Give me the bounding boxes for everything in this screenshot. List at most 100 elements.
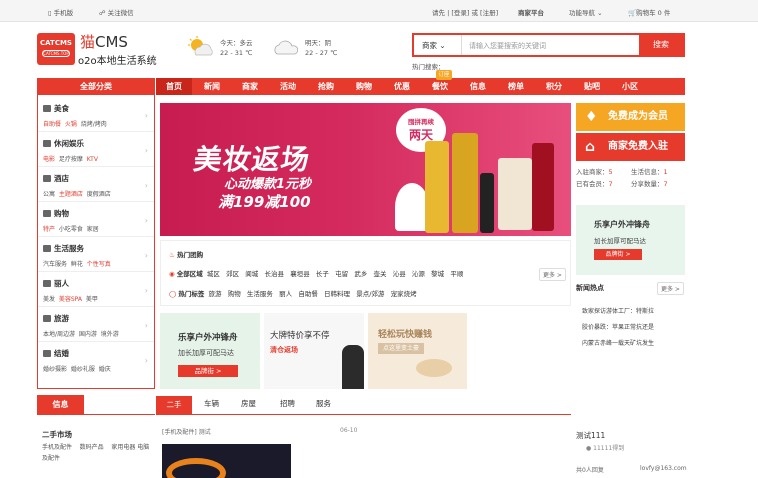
info-link[interactable]: 家用电器 xyxy=(111,444,135,451)
tag-link[interactable]: 购物 xyxy=(228,290,241,298)
info-link[interactable]: 数码产品 xyxy=(80,444,104,451)
beauty-icon xyxy=(43,280,51,287)
area-link[interactable]: 郊区 xyxy=(226,270,239,278)
tab-housing[interactable]: 房屋 xyxy=(241,398,256,409)
banner-subtitle: 心动爆款1元秒 xyxy=(224,177,312,192)
nav-news[interactable]: 新闻 xyxy=(194,78,230,95)
brand-street-button[interactable]: 品牌街 > xyxy=(594,249,642,260)
nav-events[interactable]: 活动 xyxy=(270,78,306,95)
area-link[interactable]: 襄垣县 xyxy=(290,270,310,278)
today-weather: 今天：多云 22 - 31 ℃ xyxy=(220,39,253,57)
tag-link[interactable]: 日韩料理 xyxy=(324,290,350,298)
area-link[interactable]: 平顺 xyxy=(450,270,463,278)
category-shopping[interactable]: 购物 特产 小吃零食 家居 › xyxy=(38,202,154,237)
search-button[interactable]: 搜索 xyxy=(639,35,683,55)
area-link[interactable]: 武乡 xyxy=(354,270,367,278)
lotion-bottle-image xyxy=(532,143,554,231)
area-more-button[interactable]: 更多 > xyxy=(539,268,566,281)
area-link[interactable]: 阆城 xyxy=(245,270,258,278)
tag-link[interactable]: 自助餐 xyxy=(298,290,318,298)
brand-street-button[interactable]: 品牌街 > xyxy=(178,365,238,377)
nav-forum[interactable]: 贴吧 xyxy=(574,78,610,95)
become-member-button[interactable]: ♦ 免费成为会员 xyxy=(576,103,685,131)
tab-jobs[interactable]: 招聘 xyxy=(280,398,295,409)
top-bar: ▯ 手机版 ☍ 关注微信 请先 | [登录] 或 [注册] 商家平台 功能导航 … xyxy=(0,0,758,22)
news-item[interactable]: 胶价暴跌：苹果正常抗还是 xyxy=(582,322,654,331)
cloud-icon xyxy=(272,38,300,58)
divider xyxy=(156,414,571,415)
info-link[interactable]: 手机及配件 xyxy=(42,444,72,451)
house-icon: ⌂ xyxy=(585,139,596,155)
news-item[interactable]: 致家探访游体工厂：特斯拉 xyxy=(582,306,654,315)
nav-shopping[interactable]: 购物 xyxy=(346,78,382,95)
fire-icon: ♨ xyxy=(169,251,175,259)
tag-link[interactable]: 丽人 xyxy=(279,290,292,298)
cart-icon: 🛒 xyxy=(628,9,637,17)
all-categories-button[interactable]: 全部分类 xyxy=(37,78,155,95)
info-section-tab[interactable]: 信息 xyxy=(37,395,84,415)
nav-points[interactable]: 积分 xyxy=(536,78,572,95)
tab-vehicles[interactable]: 车辆 xyxy=(204,398,219,409)
area-link[interactable]: 长治县 xyxy=(265,270,285,278)
cart-link[interactable]: 🛒购物车 0 件 xyxy=(628,7,670,17)
area-link[interactable]: 长子 xyxy=(316,270,329,278)
post-title[interactable]: [手机及配件] 测试 xyxy=(162,427,211,436)
category-beauty[interactable]: 丽人 美发 美容SPA 美甲 › xyxy=(38,272,154,307)
register-link[interactable]: 注册 xyxy=(483,9,496,17)
post-thumbnail[interactable] xyxy=(162,444,291,478)
category-travel[interactable]: 旅游 本地/周边游 国内游 境外游 › xyxy=(38,307,154,342)
hot-groupbuy-title: ♨ 热门团购 xyxy=(169,251,204,259)
main-banner[interactable]: 美妆返场 心动爆款1元秒 满199减100 囤拼再续 两天 xyxy=(160,103,571,236)
promo-tile-earn[interactable]: 轻松玩快赚钱 点这里变土豪 xyxy=(368,313,467,389)
login-link[interactable]: 登录 xyxy=(454,9,467,17)
tag-link[interactable]: 宠家烧烤 xyxy=(391,290,417,298)
nav-community[interactable]: 小区 xyxy=(612,78,648,95)
right-ad-boat[interactable]: 乐享户外冲锋舟 加长加厚可配马达 品牌街 > xyxy=(576,205,685,275)
nav-dining[interactable]: 餐饮 xyxy=(422,78,458,95)
brand-slogan: o2o本地生活系统 xyxy=(78,56,157,67)
chevron-right-icon: › xyxy=(144,251,148,260)
nav-flash-sale[interactable]: 抢购 xyxy=(308,78,344,95)
logo[interactable]: CATCMS CATCMS.TOP xyxy=(37,33,75,65)
tab-secondhand[interactable]: 二手 xyxy=(156,396,192,414)
merchant-join-button[interactable]: ⌂ 商家免费入驻 xyxy=(576,133,685,161)
merchant-platform-link[interactable]: 商家平台 xyxy=(518,7,544,17)
area-link[interactable]: 壶关 xyxy=(374,270,387,278)
category-life-services[interactable]: 生活服务 汽车服务 鲜花 个性写真 › xyxy=(38,237,154,272)
area-link[interactable]: 沁县 xyxy=(393,270,406,278)
area-link[interactable]: 屯留 xyxy=(335,270,348,278)
lipstick-image xyxy=(480,173,494,233)
area-link[interactable]: 城区 xyxy=(207,270,220,278)
category-entertainment[interactable]: 休闲娱乐 电影 足疗按摩 KTV › xyxy=(38,132,154,167)
category-food[interactable]: 美食 自助餐 火锅 烧烤/烤肉 › xyxy=(38,97,154,132)
nav-rankings[interactable]: 榜单 xyxy=(498,78,534,95)
search-category-select[interactable]: 商家 ⌄ xyxy=(414,35,462,55)
news-more-button[interactable]: 更多 > xyxy=(657,282,684,295)
tag-link[interactable]: 景点/郊游 xyxy=(356,290,384,298)
wechat-link[interactable]: ☍ 关注微信 xyxy=(99,7,134,17)
banner-offer: 满199减100 xyxy=(218,193,311,211)
post-date: 06-10 xyxy=(340,427,358,434)
news-item[interactable]: 内蒙古赤峰一载天矿坑发生 xyxy=(582,338,654,347)
nav-merchants[interactable]: 商家 xyxy=(232,78,268,95)
mobile-link[interactable]: ▯ 手机版 xyxy=(48,7,73,17)
tag-link[interactable]: 旅游 xyxy=(209,290,222,298)
nav-home[interactable]: 首页 xyxy=(156,78,192,95)
side-post-title[interactable]: 测试111 xyxy=(576,430,605,441)
category-wedding[interactable]: 结婚 婚纱摄影 婚纱礼服 婚庆 › xyxy=(38,342,154,377)
function-nav-dropdown[interactable]: 功能导航 ⌄ xyxy=(569,7,603,17)
area-link[interactable]: 沁源 xyxy=(412,270,425,278)
cosmetic-jar-image xyxy=(395,183,429,231)
promo-tile-boat[interactable]: 乐享户外冲锋舟 加长加厚可配马达 品牌街 > xyxy=(160,313,260,389)
tab-services[interactable]: 服务 xyxy=(316,398,331,409)
nav-info[interactable]: 信息 xyxy=(460,78,496,95)
area-link[interactable]: 黎城 xyxy=(431,270,444,278)
chevron-right-icon: › xyxy=(144,216,148,225)
shampoo-bottle-image xyxy=(452,133,478,233)
tag-link[interactable]: 生活服务 xyxy=(247,290,273,298)
promo-tile-sale[interactable]: 大牌特价享不停 清仓返场 xyxy=(264,313,364,389)
category-hotel[interactable]: 酒店 公寓 主题酒店 度假酒店 › xyxy=(38,167,154,202)
coins-hand-image xyxy=(416,359,452,377)
search-input[interactable]: 请输入您要搜索的关键词 xyxy=(469,41,546,51)
nav-coupons[interactable]: 优惠 xyxy=(384,78,420,95)
